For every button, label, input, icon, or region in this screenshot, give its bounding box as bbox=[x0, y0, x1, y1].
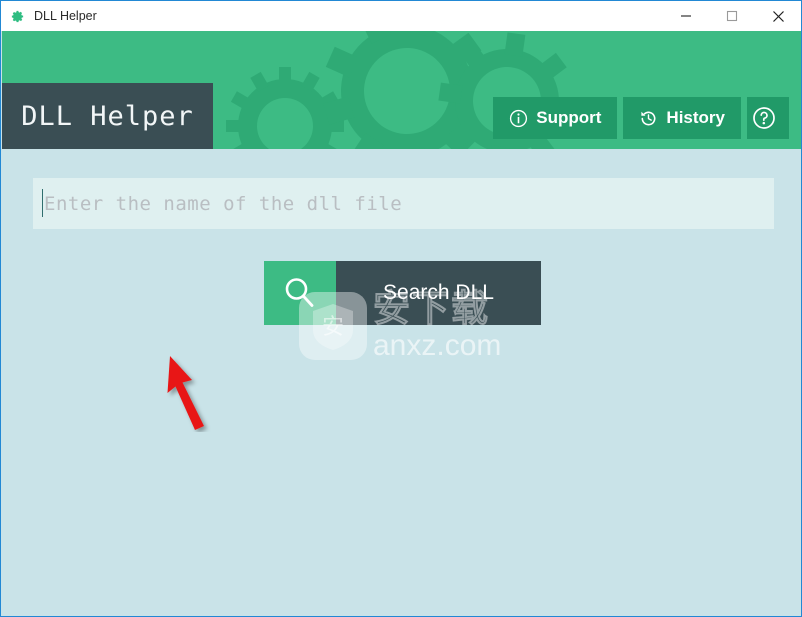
annotation-arrow-icon bbox=[167, 356, 204, 430]
window-controls bbox=[663, 1, 801, 31]
header-actions: Support History bbox=[493, 97, 789, 139]
title-bar-left: DLL Helper bbox=[1, 9, 663, 24]
search-input[interactable]: Enter the name of the dll file bbox=[33, 178, 774, 229]
app-logo: DLL Helper bbox=[2, 83, 213, 149]
support-button[interactable]: Support bbox=[493, 97, 618, 139]
maximize-icon bbox=[726, 10, 738, 22]
search-button-label: Search DLL bbox=[383, 281, 494, 304]
title-bar: DLL Helper bbox=[1, 1, 801, 31]
header-banner: DLL Helper Support History bbox=[2, 31, 801, 149]
history-button[interactable]: History bbox=[623, 97, 741, 139]
close-icon bbox=[772, 10, 784, 22]
main-content: Enter the name of the dll file Search DL… bbox=[2, 149, 801, 616]
question-circle-icon bbox=[753, 107, 775, 129]
watermark-domain: anxz.com bbox=[373, 329, 502, 362]
close-button[interactable] bbox=[755, 1, 801, 31]
minimize-button[interactable] bbox=[663, 1, 709, 31]
history-clock-icon bbox=[641, 111, 656, 125]
minimize-icon bbox=[681, 15, 691, 17]
history-button-label: History bbox=[666, 108, 725, 127]
search-dll-button[interactable]: Search DLL bbox=[264, 261, 541, 325]
search-input-placeholder: Enter the name of the dll file bbox=[44, 192, 403, 215]
app-logo-text: DLL Helper bbox=[21, 100, 194, 132]
window-title: DLL Helper bbox=[34, 9, 97, 23]
search-button-label-pane: Search DLL bbox=[336, 261, 541, 325]
maximize-button[interactable] bbox=[709, 1, 755, 31]
text-caret bbox=[42, 189, 43, 217]
support-button-label: Support bbox=[536, 108, 602, 127]
info-circle-icon bbox=[510, 109, 528, 127]
magnifier-icon bbox=[285, 278, 314, 307]
search-button-icon-pane bbox=[264, 261, 336, 325]
help-button[interactable] bbox=[747, 97, 789, 139]
gear-icon bbox=[11, 10, 24, 22]
app-window: DLL Helper DLL Helper Support History En… bbox=[0, 0, 802, 617]
